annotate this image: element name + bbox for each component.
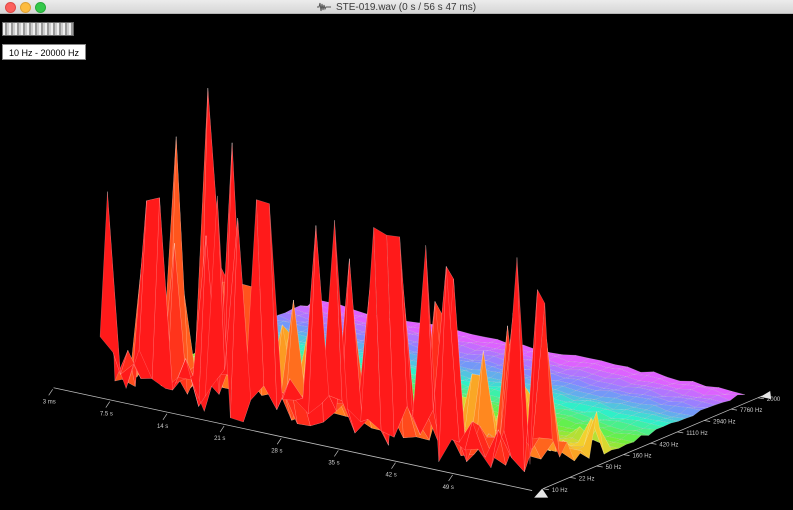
frequency-tick	[542, 488, 549, 491]
window-title-group: STE-019.wav (0 s / 56 s 47 ms)	[0, 0, 793, 14]
time-tick	[162, 413, 168, 420]
frequency-tick-label: 160 Hz	[633, 454, 652, 460]
frequency-tick-label: 50 Hz	[606, 465, 622, 471]
time-tick-label: 7.5 s	[100, 412, 113, 418]
frequency-slider-handle[interactable]	[760, 390, 772, 399]
time-tick	[219, 425, 225, 433]
spectrogram-3d-plot[interactable]: 3 ms 7.5 s 14 s 21 s 28 s 35 s 42 s 49 s 10 Hz 22…	[0, 14, 793, 510]
frequency-tick	[623, 454, 630, 456]
frequency-tick	[569, 477, 576, 479]
time-tick-label: 14 s	[157, 424, 168, 430]
time-tick	[105, 401, 111, 408]
time-tick-label: 35 s	[328, 460, 339, 466]
time-tick	[276, 438, 282, 445]
time-tick	[48, 389, 53, 396]
frequency-tick	[704, 420, 711, 422]
time-tick-label: 42 s	[385, 473, 396, 479]
frequency-tick-label: 10 Hz	[552, 488, 568, 494]
surface-cell	[99, 191, 121, 375]
waveform-icon	[316, 2, 331, 12]
frequency-tick	[757, 397, 764, 400]
time-tick-label: 49 s	[443, 485, 454, 491]
time-tick	[448, 474, 453, 482]
frequency-tick-label: 22 Hz	[579, 476, 595, 482]
spectrogram-surface	[99, 88, 746, 473]
frequency-tick-label: 7760 Hz	[740, 408, 762, 414]
frequency-tick	[596, 465, 603, 468]
time-tick	[391, 462, 396, 469]
title-bar: STE-019.wav (0 s / 56 s 47 ms)	[0, 0, 793, 14]
frequency-tick	[677, 431, 684, 434]
time-slider-handle[interactable]	[534, 488, 549, 498]
frequency-tick-label: 1110 Hz	[686, 431, 707, 437]
time-tick-label: 21 s	[214, 436, 225, 442]
time-tick	[334, 450, 339, 457]
frequency-tick	[650, 442, 657, 445]
window-title: STE-019.wav (0 s / 56 s 47 ms)	[335, 1, 477, 13]
frequency-tick	[730, 408, 738, 411]
time-tick-label: 3 ms	[43, 399, 56, 405]
time-tick-label: 28 s	[271, 448, 282, 454]
frequency-tick-label: 2940 Hz	[713, 420, 735, 426]
frequency-tick-label: 420 Hz	[659, 442, 678, 448]
